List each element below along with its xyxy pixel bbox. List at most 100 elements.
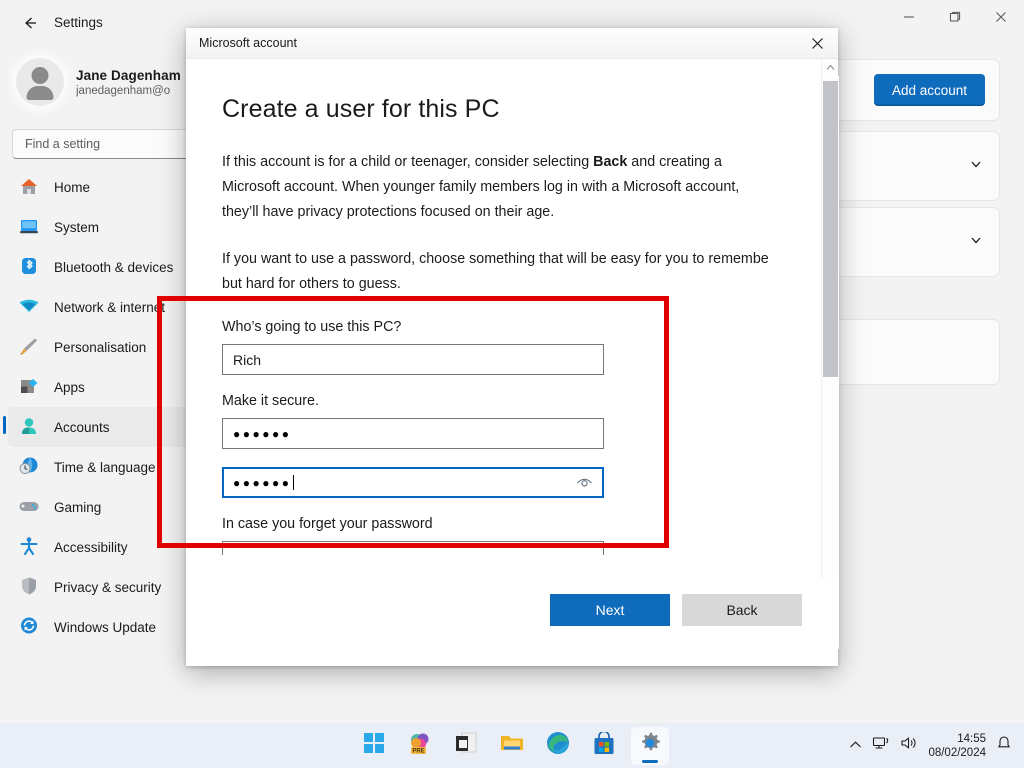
sidebar-item-label: Home bbox=[54, 179, 91, 195]
sidebar-item-bluetooth[interactable]: Bluetooth & devices bbox=[8, 247, 192, 287]
sidebar-item-accounts[interactable]: Accounts bbox=[3, 407, 192, 447]
sidebar-item-time-language[interactable]: Time & language bbox=[8, 447, 192, 487]
apps-icon bbox=[18, 376, 42, 398]
confirm-password-input[interactable]: ●●●●●● bbox=[222, 467, 604, 498]
taskbar-items: PRE bbox=[355, 726, 669, 765]
microsoft-store-icon bbox=[593, 730, 615, 760]
chevron-down-icon bbox=[969, 233, 983, 252]
taskbar-widgets-button[interactable] bbox=[447, 727, 485, 765]
widgets-icon bbox=[454, 732, 478, 759]
profile-section[interactable]: Jane Dagenham janedagenham@o bbox=[0, 49, 200, 115]
chevron-down-icon bbox=[969, 157, 983, 176]
chevron-up-icon bbox=[850, 740, 862, 747]
scroll-up-button[interactable] bbox=[822, 59, 839, 76]
taskbar-edge-button[interactable] bbox=[539, 727, 577, 765]
avatar-body bbox=[26, 86, 54, 100]
taskbar-start-button[interactable] bbox=[355, 727, 393, 765]
username-input[interactable]: Rich bbox=[222, 344, 604, 375]
window-controls bbox=[886, 0, 1024, 45]
dialog-title: Microsoft account bbox=[199, 36, 297, 50]
taskbar-store-button[interactable] bbox=[585, 727, 623, 765]
sidebar-item-apps[interactable]: Apps bbox=[8, 367, 192, 407]
accessibility-icon bbox=[18, 536, 42, 558]
tray-date: 08/02/2024 bbox=[928, 746, 986, 759]
minimize-icon bbox=[904, 15, 914, 18]
para1-line2: Microsoft account. When younger family m… bbox=[222, 179, 740, 195]
tray-notifications-button[interactable] bbox=[996, 735, 1012, 756]
back-button-dialog[interactable]: Back bbox=[682, 594, 802, 626]
network-icon bbox=[18, 296, 42, 318]
para2-line2: but hard for others to guess. bbox=[222, 276, 401, 292]
search-box[interactable] bbox=[12, 129, 208, 159]
taskbar-settings-button[interactable] bbox=[631, 726, 669, 765]
para2-line1: If you want to use a password, choose so… bbox=[222, 251, 769, 267]
taskbar: PRE 14:55 08/02/2024 bbox=[0, 723, 1024, 768]
sidebar-item-system[interactable]: System bbox=[8, 207, 192, 247]
password-input[interactable]: ●●●●●● bbox=[222, 418, 604, 449]
scrollbar-track[interactable] bbox=[822, 76, 839, 649]
sidebar: Jane Dagenham janedagenham@o Find a sett… bbox=[0, 45, 208, 723]
taskbar-copilot-button[interactable]: PRE bbox=[401, 727, 439, 765]
sidebar-item-gaming[interactable]: Gaming bbox=[8, 487, 192, 527]
minimize-button[interactable] bbox=[886, 0, 932, 33]
sidebar-item-network[interactable]: Network & internet bbox=[8, 287, 192, 327]
paintbrush-icon bbox=[18, 336, 42, 358]
sidebar-item-label: Gaming bbox=[54, 499, 102, 515]
sidebar-item-label: Personalisation bbox=[54, 339, 147, 355]
sidebar-item-personalisation[interactable]: Personalisation bbox=[8, 327, 192, 367]
sidebar-item-label: Bluetooth & devices bbox=[54, 259, 174, 275]
next-button[interactable]: Next bbox=[550, 594, 670, 626]
sidebar-item-label: Apps bbox=[54, 379, 85, 395]
sidebar-item-windows-update[interactable]: Windows Update bbox=[8, 607, 192, 647]
home-icon bbox=[18, 176, 42, 198]
para1-part2: and creating a bbox=[627, 154, 722, 170]
microsoft-edge-icon bbox=[546, 731, 570, 760]
password-hint-label: In case you forget your password bbox=[222, 516, 433, 532]
dialog-scrollbar[interactable] bbox=[821, 59, 839, 666]
dialog-heading: Create a user for this PC bbox=[222, 95, 500, 123]
sidebar-item-label: Privacy & security bbox=[54, 579, 162, 595]
close-icon bbox=[811, 37, 823, 49]
sidebar-item-home[interactable]: Home bbox=[8, 167, 192, 207]
avatar bbox=[16, 58, 64, 106]
back-button[interactable] bbox=[12, 8, 48, 38]
microsoft-account-dialog: Microsoft account Create a user for this… bbox=[186, 28, 839, 666]
tray-overflow-button[interactable] bbox=[849, 737, 862, 755]
sidebar-item-privacy-security[interactable]: Privacy & security bbox=[8, 567, 192, 607]
tray-clock[interactable]: 14:55 08/02/2024 bbox=[928, 732, 986, 760]
password-value: ●●●●●● bbox=[233, 426, 292, 441]
bell-icon bbox=[998, 736, 1010, 748]
close-button[interactable] bbox=[978, 0, 1024, 33]
accounts-icon bbox=[18, 416, 42, 438]
gamepad-icon bbox=[18, 496, 42, 518]
tray-network-button[interactable] bbox=[872, 735, 890, 756]
system-icon bbox=[18, 216, 42, 238]
close-icon bbox=[996, 11, 1006, 22]
profile-email: janedagenham@o bbox=[76, 84, 171, 97]
dialog-paragraph-1: If this account is for a child or teenag… bbox=[222, 150, 800, 225]
tray-time: 14:55 bbox=[957, 732, 986, 745]
network-tray-icon bbox=[873, 737, 889, 749]
sidebar-item-label: Accounts bbox=[54, 419, 110, 435]
search-input[interactable] bbox=[23, 136, 197, 152]
volume-icon bbox=[901, 737, 916, 749]
svg-text:PRE: PRE bbox=[412, 749, 424, 755]
eye-reveal-icon[interactable] bbox=[576, 475, 593, 491]
file-explorer-icon bbox=[500, 733, 524, 758]
password-hint-input[interactable] bbox=[222, 541, 604, 555]
text-caret bbox=[292, 475, 294, 490]
sidebar-item-label: Windows Update bbox=[54, 619, 157, 635]
sidebar-item-accessibility[interactable]: Accessibility bbox=[8, 527, 192, 567]
sidebar-item-label: System bbox=[54, 219, 100, 235]
clock-globe-icon bbox=[18, 456, 42, 478]
taskbar-file-explorer-button[interactable] bbox=[493, 727, 531, 765]
username-label: Who’s going to use this PC? bbox=[222, 319, 402, 335]
tray-volume-button[interactable] bbox=[900, 735, 918, 756]
copilot-pre-icon: PRE bbox=[408, 731, 432, 760]
dialog-footer: Next Back bbox=[186, 578, 838, 666]
add-account-button[interactable]: Add account bbox=[873, 74, 985, 106]
dialog-inner: Create a user for this PC If this accoun… bbox=[186, 59, 839, 666]
dialog-close-button[interactable] bbox=[796, 28, 838, 59]
scrollbar-thumb[interactable] bbox=[823, 81, 838, 377]
maximize-button[interactable] bbox=[932, 0, 978, 33]
